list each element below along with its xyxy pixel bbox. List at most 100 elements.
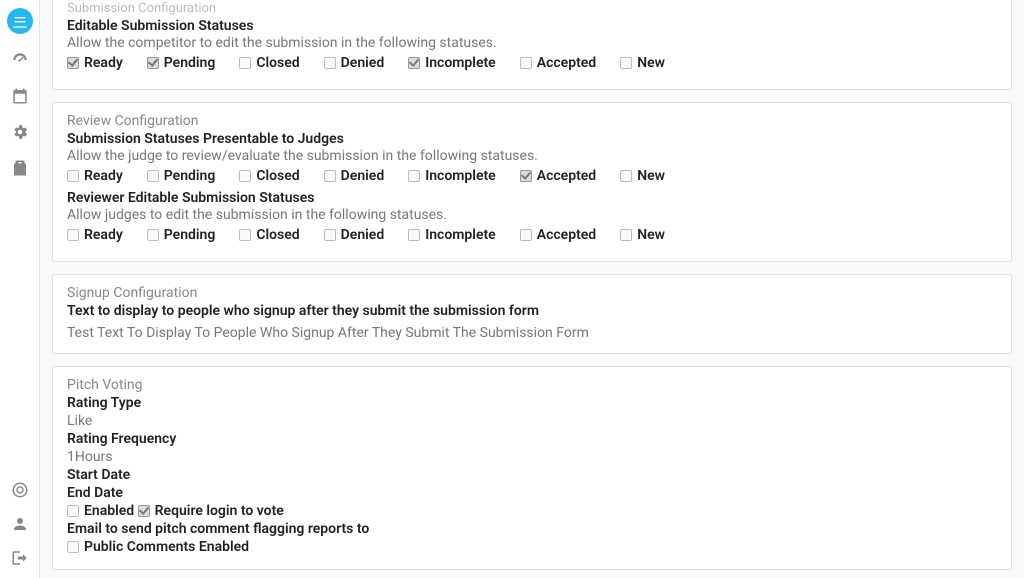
- checkbox-icon: [147, 229, 159, 241]
- section-title: Signup Configuration: [67, 285, 997, 301]
- status-checkbox-pending[interactable]: Pending: [147, 227, 216, 243]
- status-label: Closed: [256, 168, 299, 184]
- checkbox-icon: [239, 170, 251, 182]
- review-config-panel: Review Configuration Submission Statuses…: [52, 102, 1012, 262]
- checkbox-icon: [67, 229, 79, 241]
- checkbox-icon: [408, 57, 420, 69]
- status-label: Incomplete: [425, 168, 496, 184]
- section-title: Submission Configuration: [67, 1, 997, 16]
- editable-statuses-title: Editable Submission Statuses: [67, 18, 997, 34]
- status-label: Denied: [341, 227, 385, 243]
- status-checkbox-new[interactable]: New: [620, 168, 665, 184]
- checkbox-icon: [324, 170, 336, 182]
- checkbox-icon: [147, 57, 159, 69]
- rating-type-value: Like: [67, 413, 997, 429]
- reviewer-editable-desc: Allow judges to edit the submission in t…: [67, 207, 997, 223]
- status-label: Ready: [84, 227, 123, 243]
- status-checkbox-pending[interactable]: Pending: [147, 55, 216, 71]
- checkbox-icon: [239, 229, 251, 241]
- presentable-statuses-row: Ready Pending Closed Denied Incomplete Accept…: [67, 168, 997, 184]
- status-checkbox-accepted[interactable]: Accepted: [520, 168, 596, 184]
- checkbox-icon: [520, 57, 532, 69]
- rating-freq-label: Rating Frequency: [67, 431, 997, 447]
- settings-icon[interactable]: [10, 122, 30, 142]
- checkbox-icon: [520, 170, 532, 182]
- presentable-desc: Allow the judge to review/evaluate the s…: [67, 148, 997, 164]
- signup-config-panel: Signup Configuration Text to display to …: [52, 274, 1012, 354]
- presentable-title: Submission Statuses Presentable to Judge…: [67, 131, 997, 147]
- flag-email-label: Email to send pitch comment flagging rep…: [67, 521, 997, 537]
- status-label: Denied: [341, 168, 385, 184]
- status-label: Ready: [84, 55, 123, 71]
- status-checkbox-ready[interactable]: Ready: [67, 227, 123, 243]
- dashboard-icon[interactable]: [10, 50, 30, 70]
- logout-icon[interactable]: [10, 548, 30, 568]
- end-date-label: End Date: [67, 485, 997, 501]
- section-title: Review Configuration: [67, 113, 997, 129]
- start-date-label: Start Date: [67, 467, 997, 483]
- status-label: Accepted: [537, 227, 596, 243]
- main-content: Submission Configuration Editable Submis…: [40, 0, 1024, 578]
- status-label: Ready: [84, 168, 123, 184]
- sidebar: [0, 0, 40, 578]
- rating-freq-value: 1Hours: [67, 449, 997, 465]
- user-icon[interactable]: [10, 514, 30, 534]
- pitch-voting-panel: Pitch Voting Rating Type Like Rating Fre…: [52, 366, 1012, 570]
- clipboard-icon[interactable]: [10, 158, 30, 178]
- checkbox-icon: [408, 229, 420, 241]
- public-comments-label: Public Comments Enabled: [84, 539, 249, 555]
- status-checkbox-accepted[interactable]: Accepted: [520, 55, 596, 71]
- rating-type-label: Rating Type: [67, 395, 997, 411]
- status-checkbox-closed[interactable]: Closed: [239, 168, 299, 184]
- status-checkbox-closed[interactable]: Closed: [239, 55, 299, 71]
- status-checkbox-denied[interactable]: Denied: [324, 227, 385, 243]
- help-icon[interactable]: [10, 480, 30, 500]
- checkbox-icon: [620, 57, 632, 69]
- status-label: New: [637, 168, 665, 184]
- checkbox-icon: [620, 229, 632, 241]
- calendar-icon[interactable]: [10, 86, 30, 106]
- checkbox-icon: [67, 57, 79, 69]
- status-checkbox-incomplete[interactable]: Incomplete: [408, 55, 496, 71]
- status-checkbox-pending[interactable]: Pending: [147, 168, 216, 184]
- status-label: Pending: [164, 55, 216, 71]
- status-checkbox-ready[interactable]: Ready: [67, 168, 123, 184]
- status-label: Closed: [256, 55, 299, 71]
- status-checkbox-new[interactable]: New: [620, 55, 665, 71]
- enabled-checkbox[interactable]: Enabled: [67, 503, 134, 519]
- checkbox-icon: [620, 170, 632, 182]
- status-label: Denied: [341, 55, 385, 71]
- status-label: Accepted: [537, 168, 596, 184]
- status-label: Closed: [256, 227, 299, 243]
- status-checkbox-incomplete[interactable]: Incomplete: [408, 168, 496, 184]
- status-checkbox-ready[interactable]: Ready: [67, 55, 123, 71]
- status-label: Incomplete: [425, 227, 496, 243]
- status-checkbox-denied[interactable]: Denied: [324, 55, 385, 71]
- status-label: New: [637, 55, 665, 71]
- reviewer-editable-title: Reviewer Editable Submission Statuses: [67, 190, 997, 206]
- status-checkbox-new[interactable]: New: [620, 227, 665, 243]
- reviewer-editable-statuses-row: Ready Pending Closed Denied Incomplete Accept…: [67, 227, 997, 243]
- status-label: New: [637, 227, 665, 243]
- status-label: Accepted: [537, 55, 596, 71]
- require-login-label: Require login to vote: [155, 503, 284, 519]
- checkbox-icon: [239, 57, 251, 69]
- status-checkbox-accepted[interactable]: Accepted: [520, 227, 596, 243]
- signup-text-value: Test Text To Display To People Who Signu…: [67, 325, 997, 341]
- status-checkbox-incomplete[interactable]: Incomplete: [408, 227, 496, 243]
- section-title: Pitch Voting: [67, 377, 997, 393]
- checkbox-icon: [324, 229, 336, 241]
- feed-icon[interactable]: [7, 8, 33, 34]
- status-checkbox-denied[interactable]: Denied: [324, 168, 385, 184]
- status-checkbox-closed[interactable]: Closed: [239, 227, 299, 243]
- status-label: Incomplete: [425, 55, 496, 71]
- require-login-checkbox[interactable]: Require login to vote: [138, 503, 284, 519]
- checkbox-icon: [408, 170, 420, 182]
- signup-text-title: Text to display to people who signup aft…: [67, 303, 997, 319]
- submission-config-panel: Submission Configuration Editable Submis…: [52, 0, 1012, 90]
- public-comments-checkbox[interactable]: Public Comments Enabled: [67, 539, 249, 555]
- checkbox-icon: [67, 170, 79, 182]
- enabled-label: Enabled: [84, 503, 134, 519]
- checkbox-icon: [324, 57, 336, 69]
- checkbox-icon: [147, 170, 159, 182]
